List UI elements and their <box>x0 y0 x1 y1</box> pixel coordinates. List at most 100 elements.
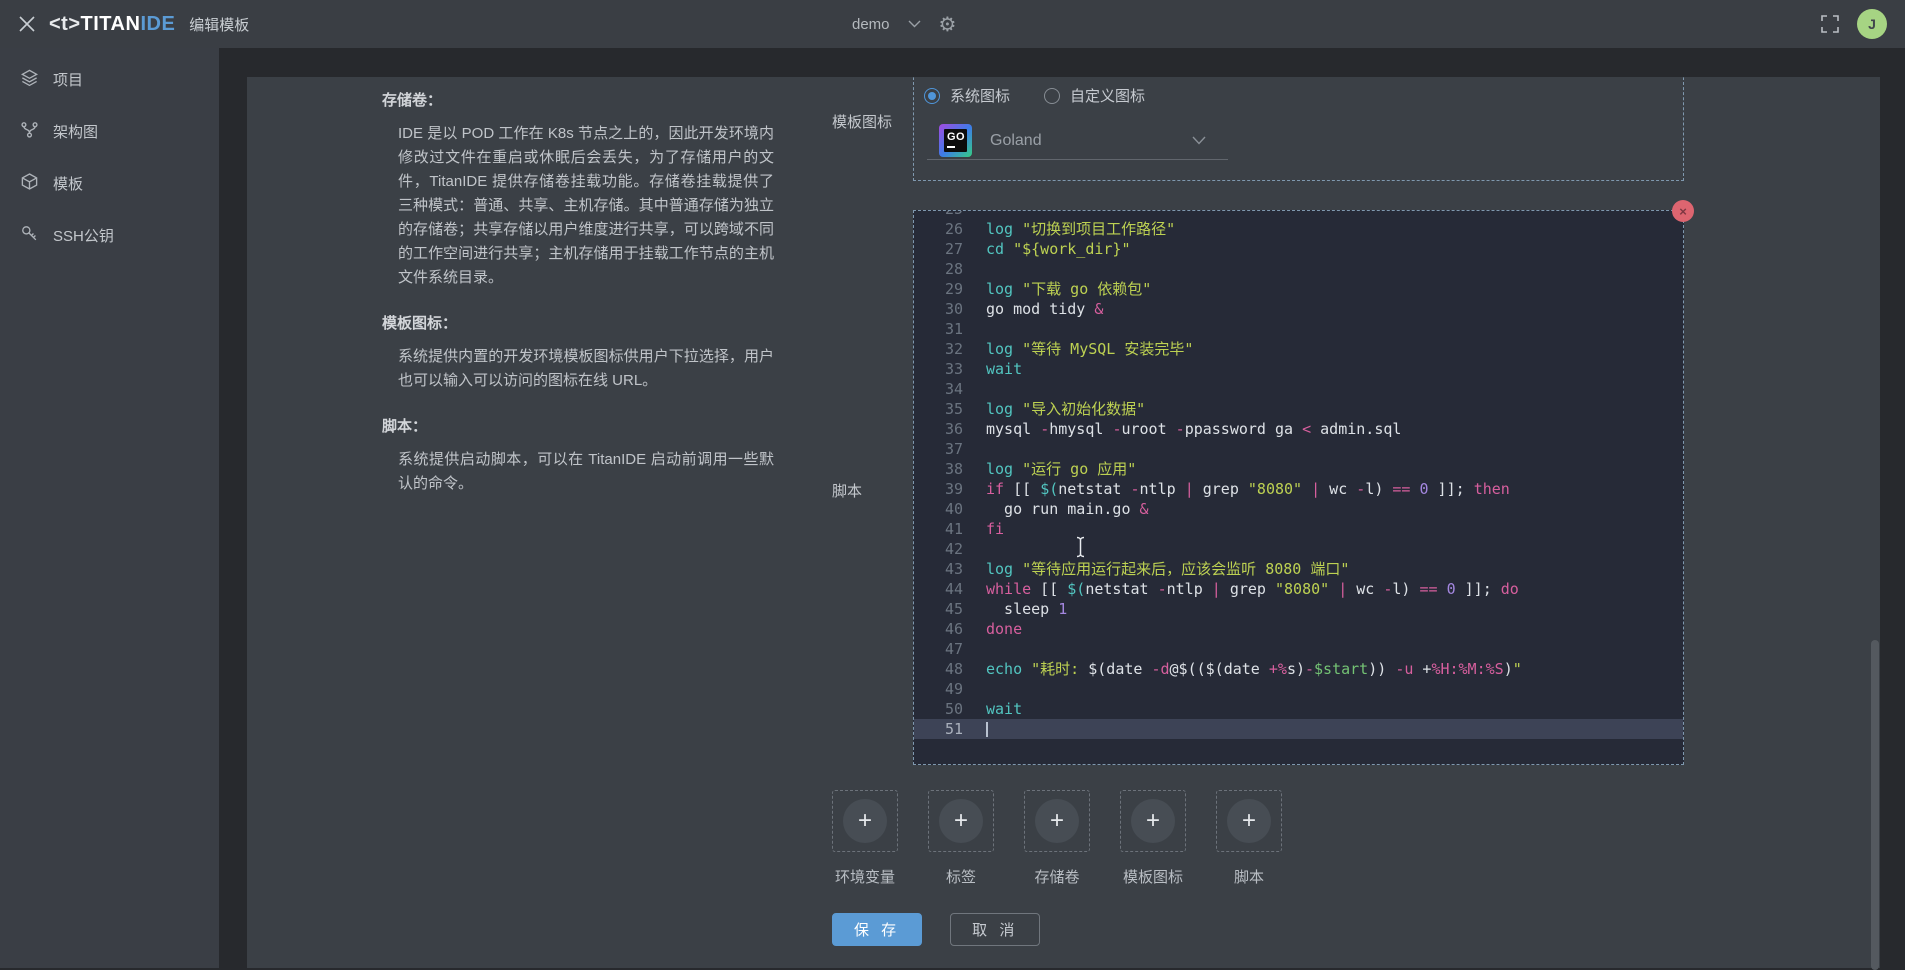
code-line-40[interactable]: 40 go run main.go & <box>914 499 1683 519</box>
code-line-49[interactable]: 49 <box>914 679 1683 699</box>
close-icon[interactable] <box>13 10 41 38</box>
add-item-label: 存储卷 <box>1024 866 1090 887</box>
code-text: log "等待应用运行起来后，应该会监听 8080 端口" <box>963 559 1349 579</box>
code-line-43[interactable]: 43log "等待应用运行起来后，应该会监听 8080 端口" <box>914 559 1683 579</box>
code-line-50[interactable]: 50wait <box>914 699 1683 719</box>
code-line-33[interactable]: 33wait <box>914 359 1683 379</box>
line-number: 39 <box>914 479 963 499</box>
add-存储卷-button[interactable]: + <box>1024 790 1090 852</box>
plus-icon: + <box>939 799 983 843</box>
code-text: while [[ $(netstat -ntlp | grep "8080" |… <box>963 579 1519 599</box>
edit-template-panel: 存储卷：IDE 是以 POD 工作在 K8s 节点之上的，因此开发环境内修改过文… <box>247 77 1880 968</box>
cancel-button[interactable]: 取 消 <box>950 913 1040 946</box>
code-text <box>963 439 986 459</box>
chevron-down-icon[interactable] <box>1192 136 1206 145</box>
docs-paragraph: IDE 是以 POD 工作在 K8s 节点之上的，因此开发环境内修改过文件在重启… <box>398 122 774 290</box>
code-line-37[interactable]: 37 <box>914 439 1683 459</box>
code-area[interactable]: 2526log "切换到项目工作路径"27cd "${work_dir}"282… <box>914 211 1683 764</box>
code-text <box>963 639 986 659</box>
radio-system-icon[interactable] <box>924 88 940 104</box>
plus-icon: + <box>843 799 887 843</box>
add-标签-button[interactable]: + <box>928 790 994 852</box>
sidebar-item-label: SSH公钥 <box>53 225 114 246</box>
add-item-label: 标签 <box>928 866 994 887</box>
line-number: 36 <box>914 419 963 439</box>
code-line-26[interactable]: 26log "切换到项目工作路径" <box>914 219 1683 239</box>
add-item-标签: + 标签 <box>928 790 994 887</box>
add-模板图标-button[interactable]: + <box>1120 790 1186 852</box>
code-line-47[interactable]: 47 <box>914 639 1683 659</box>
code-text: fi <box>963 519 1004 539</box>
remove-script-icon[interactable]: × <box>1672 200 1694 222</box>
icon-field-label: 模板图标 <box>832 111 892 132</box>
code-line-41[interactable]: 41fi <box>914 519 1683 539</box>
sidebar-item-模板[interactable]: 模板 <box>0 158 219 208</box>
page-scrollbar[interactable] <box>1871 640 1879 970</box>
code-text: log "等待 MySQL 安装完毕" <box>963 339 1193 359</box>
workspace-switcher[interactable]: demo ⚙ <box>852 0 956 48</box>
sidebar-item-项目[interactable]: 项目 <box>0 54 219 104</box>
add-item-label: 模板图标 <box>1120 866 1186 887</box>
line-number: 30 <box>914 299 963 319</box>
icon-select[interactable]: GO Goland <box>927 122 1228 160</box>
code-text: wait <box>963 699 1022 719</box>
line-number: 50 <box>914 699 963 719</box>
sidebar-item-label: 架构图 <box>53 121 98 142</box>
template-icon-section: 系统图标 自定义图标 GO Goland <box>913 77 1684 181</box>
add-环境变量-button[interactable]: + <box>832 790 898 852</box>
sidebar: 项目架构图模板 SSH公钥 <box>0 48 219 968</box>
code-text: log "导入初始化数据" <box>963 399 1145 419</box>
workspace-name[interactable]: demo <box>852 16 890 33</box>
chevron-down-icon[interactable] <box>908 20 921 28</box>
code-line-28[interactable]: 28 <box>914 259 1683 279</box>
line-number: 32 <box>914 339 963 359</box>
code-line-42[interactable]: 42 <box>914 539 1683 559</box>
code-line-44[interactable]: 44while [[ $(netstat -ntlp | grep "8080"… <box>914 579 1683 599</box>
add-item-脚本: +脚本 <box>1216 790 1282 887</box>
code-line-25[interactable]: 25 <box>914 211 1683 219</box>
code-text <box>963 679 986 699</box>
code-line-30[interactable]: 30go mod tidy & <box>914 299 1683 319</box>
code-line-38[interactable]: 38log "运行 go 应用" <box>914 459 1683 479</box>
add-item-label: 环境变量 <box>832 866 898 887</box>
app-logo: <t>TITANIDE <box>49 13 175 36</box>
docs-paragraph: 系统提供启动脚本，可以在 TitanIDE 启动前调用一些默认的命令。 <box>398 448 774 496</box>
sidebar-item-SSH公钥[interactable]: SSH公钥 <box>0 210 219 260</box>
code-text <box>963 211 986 219</box>
add-脚本-button[interactable]: + <box>1216 790 1282 852</box>
code-text: go mod tidy & <box>963 299 1103 319</box>
radio-custom-label[interactable]: 自定义图标 <box>1070 85 1145 106</box>
top-bar: <t>TITANIDE 编辑模板 demo ⚙ J <box>0 0 1905 48</box>
code-line-36[interactable]: 36mysql -hmysql -uroot -ppassword ga < a… <box>914 419 1683 439</box>
radio-custom-icon[interactable] <box>1044 88 1060 104</box>
code-line-27[interactable]: 27cd "${work_dir}" <box>914 239 1683 259</box>
code-text: wait <box>963 359 1022 379</box>
fullscreen-icon[interactable] <box>1821 15 1839 33</box>
avatar[interactable]: J <box>1857 9 1887 39</box>
settings-gear-icon[interactable]: ⚙ <box>939 12 957 36</box>
code-line-51[interactable]: 51 <box>914 719 1683 739</box>
code-line-46[interactable]: 46done <box>914 619 1683 639</box>
layers-icon <box>20 68 39 91</box>
code-line-34[interactable]: 34 <box>914 379 1683 399</box>
sidebar-item-架构图[interactable]: 架构图 <box>0 106 219 156</box>
code-line-35[interactable]: 35log "导入初始化数据" <box>914 399 1683 419</box>
code-line-48[interactable]: 48echo "耗时: $(date -d@$(($(date +%s)-$st… <box>914 659 1683 679</box>
code-line-32[interactable]: 32log "等待 MySQL 安装完毕" <box>914 339 1683 359</box>
plus-icon: + <box>1035 799 1079 843</box>
code-line-31[interactable]: 31 <box>914 319 1683 339</box>
code-line-29[interactable]: 29log "下载 go 依赖包" <box>914 279 1683 299</box>
radio-system-label[interactable]: 系统图标 <box>950 85 1010 106</box>
code-line-45[interactable]: 45 sleep 1 <box>914 599 1683 619</box>
script-field-label: 脚本 <box>832 480 862 501</box>
line-number: 26 <box>914 219 963 239</box>
code-line-39[interactable]: 39if [[ $(netstat -ntlp | grep "8080" | … <box>914 479 1683 499</box>
page-title: 编辑模板 <box>189 14 249 35</box>
line-number: 48 <box>914 659 963 679</box>
logo-prefix: <t> <box>49 13 81 35</box>
code-text <box>963 539 986 559</box>
code-text: mysql -hmysql -uroot -ppassword ga < adm… <box>963 419 1401 439</box>
sidebar-item-label: 模板 <box>53 173 83 194</box>
save-button[interactable]: 保 存 <box>832 913 922 946</box>
script-editor[interactable]: × 2526log "切换到项目工作路径"27cd "${work_dir}"2… <box>913 210 1684 765</box>
